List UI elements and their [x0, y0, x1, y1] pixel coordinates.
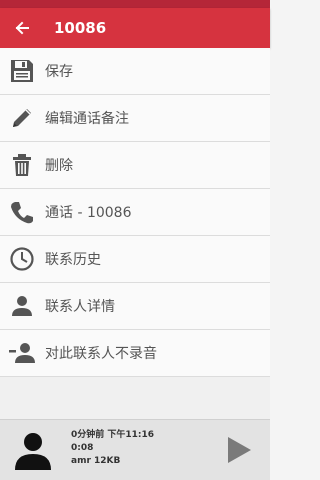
trash-icon	[7, 150, 37, 180]
save-icon	[7, 56, 37, 86]
phone-icon	[7, 197, 37, 227]
status-bar	[0, 0, 270, 8]
app-bar: 10086	[0, 8, 270, 48]
recording-time: 0分钟前 下午11:16	[71, 430, 155, 440]
menu-item-edit-note[interactable]: 编辑通话备注	[0, 95, 270, 142]
menu-item-delete[interactable]: 删除	[0, 142, 270, 189]
menu-item-history[interactable]: 联系历史	[0, 236, 270, 283]
menu-item-contact-details[interactable]: 联系人详情	[0, 283, 270, 330]
clock-icon	[7, 244, 37, 274]
play-button[interactable]	[224, 434, 254, 466]
menu-item-label: 编辑通话备注	[45, 111, 129, 127]
recording-format-size: amr 12KB	[71, 456, 121, 466]
person-icon	[7, 291, 37, 321]
menu-item-label: 联系历史	[45, 252, 101, 268]
recording-info: 0分钟前 下午11:16 0:08 amr 12KB	[71, 429, 154, 468]
empty-area	[0, 377, 270, 419]
menu-item-label: 保存	[45, 64, 73, 80]
avatar-icon	[11, 428, 55, 472]
menu-item-label: 对此联系人不录音	[45, 346, 157, 362]
person-remove-icon	[7, 338, 37, 368]
menu-item-label: 通话 - 10086	[45, 205, 132, 221]
menu-item-label: 联系人详情	[45, 299, 115, 315]
menu-item-save[interactable]: 保存	[0, 48, 270, 95]
back-button[interactable]	[2, 8, 42, 48]
page-title: 10086	[54, 19, 107, 37]
pencil-icon	[7, 103, 37, 133]
menu-item-label: 删除	[45, 158, 73, 174]
playback-bar: 0分钟前 下午11:16 0:08 amr 12KB	[0, 419, 270, 480]
menu-item-no-record[interactable]: 对此联系人不录音	[0, 330, 270, 377]
menu-item-call[interactable]: 通话 - 10086	[0, 189, 270, 236]
recording-duration: 0:08	[71, 443, 94, 453]
arrow-left-icon	[15, 21, 29, 35]
action-menu: 保存 编辑通话备注 删除 通话 - 10086 联系历史 联系人详情 对此联系人…	[0, 48, 270, 377]
play-icon	[228, 437, 251, 463]
